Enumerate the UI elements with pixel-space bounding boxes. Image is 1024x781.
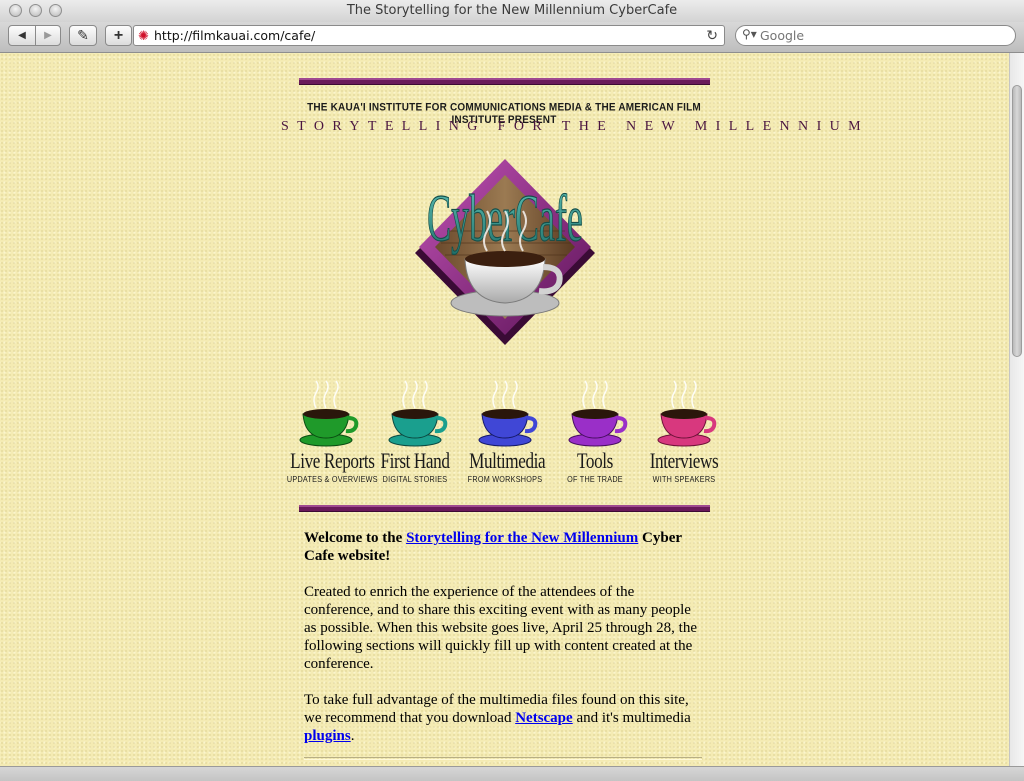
coffee-cup-icon (388, 380, 448, 447)
intro-paragraph: Created to enrich the experience of the … (304, 584, 698, 672)
site-favicon: ✺ (138, 28, 149, 43)
nav-tools[interactable]: Tools OF THE TRADE (549, 380, 641, 484)
nav-live-reports-subtitle: UPDATES & OVERVIEWS (286, 474, 378, 484)
coffee-cup-icon (478, 380, 538, 447)
nav-tools-subtitle: OF THE TRADE (567, 474, 623, 484)
nav-live-reports-title: Live Reports (290, 448, 375, 473)
plus-icon: + (113, 26, 124, 44)
back-forward-control: ◀ ▶ (8, 25, 61, 46)
scrollbar-thumb[interactable] (1012, 85, 1022, 357)
search-field[interactable]: ⚲▾ (735, 25, 1016, 46)
coffee-cup-icon (299, 380, 359, 447)
welcome-content: Welcome to the Storytelling for the New … (304, 529, 704, 763)
browser-toolbar: ◀ ▶ ✎ + ✺ http://filmkauai.com/cafe/ ↻ ⚲… (0, 22, 1024, 53)
welcome-paragraph: Welcome to the Storytelling for the New … (304, 529, 704, 565)
download-middle: and it's multimedia (572, 710, 691, 726)
download-suffix: . (350, 728, 355, 744)
nav-interviews-subtitle: WITH SPEAKERS (652, 474, 716, 484)
welcome-prefix: Welcome to the (304, 530, 407, 546)
pencil-icon: ✎ (77, 27, 89, 43)
nav-first-hand-subtitle: DIGITAL STORIES (382, 474, 448, 484)
nav-live-reports[interactable]: Live Reports UPDATES & OVERVIEWS (280, 380, 378, 484)
forward-arrow-icon: ▶ (44, 30, 52, 41)
search-input[interactable] (760, 27, 1000, 44)
bottom-divider (304, 757, 702, 760)
top-divider (299, 78, 710, 85)
reload-icon[interactable]: ↻ (706, 27, 718, 44)
plugins-link[interactable]: plugins (304, 728, 351, 744)
coffee-cup-icon (568, 380, 628, 447)
netscape-link[interactable]: Netscape (515, 710, 572, 726)
logo-text: CyberCafe (427, 181, 583, 256)
storytelling-link[interactable]: Storytelling for the New Millennium (406, 530, 638, 546)
nav-interviews[interactable]: Interviews WITH SPEAKERS (638, 380, 730, 484)
nav-multimedia-title: Multimedia (469, 448, 546, 473)
status-bar (0, 766, 1024, 781)
forward-button[interactable]: ▶ (35, 26, 61, 45)
address-url[interactable]: http://filmkauai.com/cafe/ (154, 28, 315, 43)
search-icon: ⚲▾ (742, 27, 757, 41)
window-title: The Storytelling for the New Millennium … (346, 3, 678, 18)
back-button[interactable]: ◀ (9, 26, 36, 45)
middle-divider (299, 505, 710, 512)
nav-first-hand[interactable]: First Hand DIGITAL STORIES (369, 380, 461, 484)
nav-tools-title: Tools (577, 448, 613, 473)
vertical-scrollbar[interactable] (1009, 53, 1024, 766)
nav-interviews-title: Interviews (649, 448, 719, 473)
nav-multimedia-subtitle: FROM WORKSHOPS (467, 474, 543, 484)
address-bar[interactable]: ✺ http://filmkauai.com/cafe/ ↻ (133, 25, 725, 46)
title-bar: The Storytelling for the New Millennium … (0, 0, 1024, 23)
coffee-cup-icon (657, 380, 717, 447)
download-paragraph: To take full advantage of the multimedia… (304, 691, 704, 745)
edit-bookmark-button[interactable]: ✎ (69, 25, 97, 46)
conference-subtitle: STORYTELLING FOR THE NEW MILLENNIUM (281, 119, 869, 134)
web-page: THE KAUA'I INSTITUTE FOR COMMUNICATIONS … (0, 53, 1009, 766)
nav-first-hand-title: First Hand (380, 448, 450, 473)
add-bookmark-button[interactable]: + (105, 25, 132, 46)
nav-multimedia[interactable]: Multimedia FROM WORKSHOPS (459, 380, 551, 484)
back-arrow-icon: ◀ (18, 30, 26, 41)
cybercafe-logo[interactable]: CyberCafe (395, 151, 615, 351)
